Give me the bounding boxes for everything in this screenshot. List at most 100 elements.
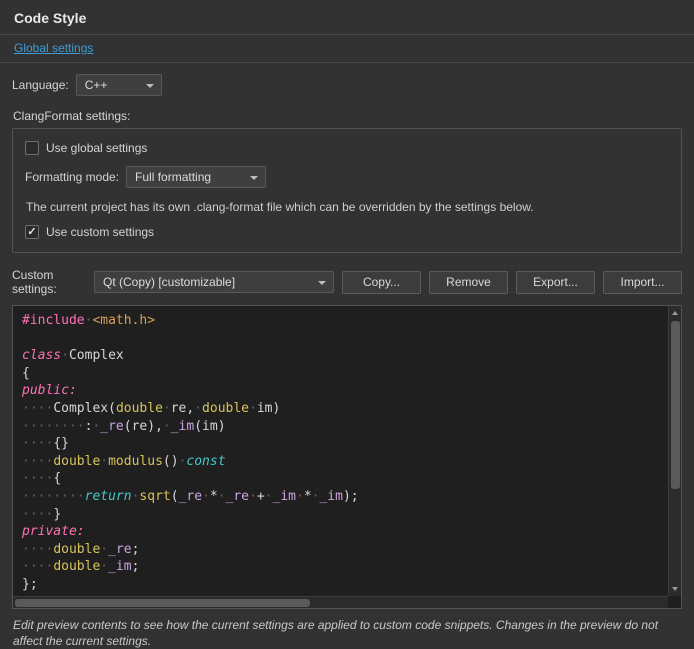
global-settings-link[interactable]: Global settings xyxy=(12,35,95,62)
code-token: (im) xyxy=(194,419,225,434)
scroll-up-icon[interactable] xyxy=(669,307,681,319)
code-line: ····{} xyxy=(22,435,667,453)
custom-settings-value: Qt (Copy) [customizable] xyxy=(103,275,235,289)
code-token: { xyxy=(22,366,30,381)
code-token: · xyxy=(100,559,108,574)
code-line: ····double·modulus()·const xyxy=(22,453,667,471)
code-line: ····{ xyxy=(22,470,667,488)
formatting-mode-label: Formatting mode: xyxy=(25,170,119,184)
code-token: _im xyxy=(171,419,194,434)
code-token: _re xyxy=(226,489,249,504)
code-token: Complex xyxy=(69,348,124,363)
custom-settings-label: Custom settings: xyxy=(12,268,86,296)
remove-button[interactable]: Remove xyxy=(429,271,508,294)
code-token: * xyxy=(304,489,312,504)
code-line: ········return·sqrt(_re·*·_re·+·_im·*·_i… xyxy=(22,488,667,506)
code-line: ····double·_im; xyxy=(22,558,667,576)
custom-settings-combo[interactable]: Qt (Copy) [customizable] xyxy=(94,271,334,293)
chevron-down-icon xyxy=(250,176,258,180)
horizontal-scrollbar[interactable] xyxy=(13,596,668,608)
code-token: ···· xyxy=(22,471,53,486)
code-token: ; xyxy=(132,542,140,557)
preview-help-note: Edit preview contents to see how the cur… xyxy=(13,617,681,649)
code-token: ···· xyxy=(22,436,53,451)
code-token: ········ xyxy=(22,489,85,504)
checkbox-checked-icon[interactable] xyxy=(25,225,39,239)
divider xyxy=(0,62,694,63)
code-token: · xyxy=(218,489,226,504)
code-token: · xyxy=(249,401,257,416)
code-token: double xyxy=(116,401,163,416)
copy-button[interactable]: Copy... xyxy=(342,271,421,294)
code-line: #include·<math.h> xyxy=(22,312,667,330)
code-token: ); xyxy=(343,489,359,504)
code-token: ···· xyxy=(22,401,53,416)
code-token: _im xyxy=(273,489,296,504)
code-line xyxy=(22,330,667,348)
code-token: double xyxy=(53,559,100,574)
code-token: sqrt xyxy=(139,489,170,504)
code-token: + xyxy=(257,489,265,504)
code-token: · xyxy=(100,542,108,557)
code-token: _im xyxy=(108,559,131,574)
code-token: class xyxy=(22,348,61,363)
use-custom-settings-checkbox[interactable]: Use custom settings xyxy=(25,225,669,239)
code-token: im) xyxy=(257,401,280,416)
language-combo[interactable]: C++ xyxy=(76,74,162,96)
code-token: const xyxy=(186,454,225,469)
code-line: { xyxy=(22,365,667,383)
code-token: re, xyxy=(171,401,194,416)
code-token: double xyxy=(202,401,249,416)
code-preview-editor[interactable]: #include·<math.h> class·Complex{public:·… xyxy=(12,305,682,609)
chevron-down-icon xyxy=(146,84,154,88)
clangformat-groupbox: Use global settings Formatting mode: Ful… xyxy=(12,128,682,253)
use-global-settings-checkbox[interactable]: Use global settings xyxy=(25,141,669,155)
formatting-mode-row: Formatting mode: Full formatting xyxy=(25,166,669,188)
code-content[interactable]: #include·<math.h> class·Complex{public:·… xyxy=(13,310,667,595)
code-token: · xyxy=(249,489,257,504)
code-line: class·Complex xyxy=(22,347,667,365)
vertical-scrollbar[interactable] xyxy=(668,306,681,596)
formatting-mode-value: Full formatting xyxy=(135,170,211,184)
code-line: ········:·_re(re),·_im(im) xyxy=(22,418,667,436)
code-token: ···· xyxy=(22,542,53,557)
code-line: ····double·_re; xyxy=(22,541,667,559)
code-line: ····} xyxy=(22,506,667,524)
code-style-page: Code Style Global settings Language: C++… xyxy=(0,0,694,649)
vertical-scrollbar-thumb[interactable] xyxy=(671,321,680,489)
code-token: { xyxy=(53,471,61,486)
code-token: {} xyxy=(53,436,69,451)
code-token: double xyxy=(53,542,100,557)
code-token: ········ xyxy=(22,419,85,434)
code-token: · xyxy=(265,489,273,504)
code-token: (re), xyxy=(124,419,163,434)
clangformat-section-label: ClangFormat settings: xyxy=(13,109,682,123)
language-combo-value: C++ xyxy=(85,78,108,92)
code-token: · xyxy=(296,489,304,504)
code-line: public: xyxy=(22,382,667,400)
code-token: modulus xyxy=(108,454,163,469)
code-token: ···· xyxy=(22,454,53,469)
code-token: Complex( xyxy=(53,401,116,416)
scroll-down-icon[interactable] xyxy=(669,583,681,595)
code-token: #include xyxy=(22,313,85,328)
code-token: _re xyxy=(108,542,131,557)
code-token: } xyxy=(53,507,61,522)
code-token: ; xyxy=(132,559,140,574)
formatting-mode-combo[interactable]: Full formatting xyxy=(126,166,266,188)
code-token: _re xyxy=(179,489,202,504)
code-line: ····Complex(double·re,·double·im) xyxy=(22,400,667,418)
export-button[interactable]: Export... xyxy=(516,271,595,294)
checkbox-unchecked-icon[interactable] xyxy=(25,141,39,155)
import-button[interactable]: Import... xyxy=(603,271,682,294)
code-token: return xyxy=(85,489,132,504)
code-token: · xyxy=(194,401,202,416)
code-token: · xyxy=(100,454,108,469)
horizontal-scrollbar-thumb[interactable] xyxy=(15,599,310,607)
use-global-settings-label: Use global settings xyxy=(46,141,147,155)
page-title: Code Style xyxy=(12,6,682,34)
use-custom-settings-label: Use custom settings xyxy=(46,225,154,239)
code-token: ···· xyxy=(22,559,53,574)
code-token: public: xyxy=(22,383,77,398)
code-token: · xyxy=(61,348,69,363)
